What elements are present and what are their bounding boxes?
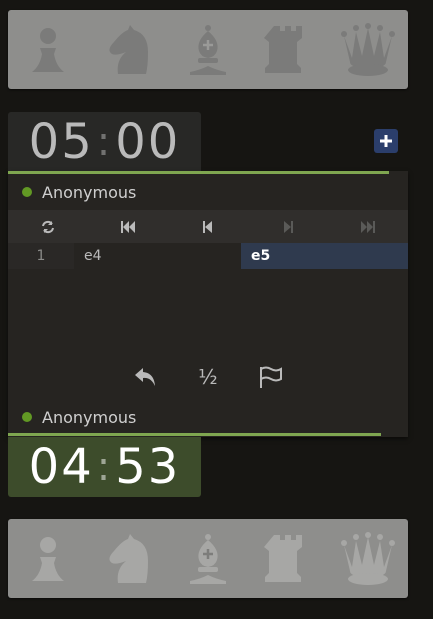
- online-status-dot: [22, 187, 32, 197]
- first-move-icon: [121, 220, 135, 233]
- previous-move-button[interactable]: [176, 210, 240, 243]
- black-move-active[interactable]: e5: [241, 243, 408, 269]
- opponent-clock: 05:00: [8, 112, 201, 172]
- online-status-dot: [22, 412, 32, 422]
- add-time-button[interactable]: [374, 129, 398, 153]
- opponent-name-row: Anonymous: [8, 174, 408, 210]
- next-move-icon: [284, 220, 293, 233]
- resign-button[interactable]: [254, 361, 286, 393]
- game-actions: ½: [8, 359, 408, 395]
- next-move-button[interactable]: [256, 210, 320, 243]
- player-piece-pocket: [8, 519, 408, 598]
- bishop-icon[interactable]: [176, 527, 240, 591]
- resign-flag-icon: [260, 366, 282, 388]
- knight-icon[interactable]: [96, 527, 160, 591]
- pawn-icon[interactable]: [16, 18, 80, 82]
- previous-move-icon: [203, 220, 212, 233]
- player-username[interactable]: Anonymous: [42, 408, 136, 427]
- opponent-username[interactable]: Anonymous: [42, 183, 136, 202]
- clock-minutes: 04: [28, 439, 94, 495]
- move-list: 1 e4 e5: [8, 243, 408, 269]
- first-move-button[interactable]: [96, 210, 160, 243]
- clock-separator: :: [96, 444, 113, 490]
- player-name-row: Anonymous: [8, 399, 408, 435]
- bishop-icon[interactable]: [176, 18, 240, 82]
- flip-board-button[interactable]: [16, 210, 80, 243]
- move-navigation-bar: [8, 210, 408, 243]
- player-time-bar: [8, 433, 381, 436]
- flip-board-icon: [42, 220, 54, 233]
- opponent-piece-pocket: [8, 10, 408, 89]
- clock-seconds: 00: [115, 114, 181, 170]
- takeback-icon: [135, 368, 155, 386]
- move-number: 1: [8, 243, 74, 269]
- knight-icon[interactable]: [96, 18, 160, 82]
- last-move-icon: [361, 220, 375, 233]
- clock-minutes: 05: [28, 114, 94, 170]
- offer-draw-button[interactable]: ½: [192, 361, 224, 393]
- queen-icon[interactable]: [336, 18, 400, 82]
- rook-icon[interactable]: [256, 18, 320, 82]
- clock-seconds: 53: [115, 439, 181, 495]
- rook-icon[interactable]: [256, 527, 320, 591]
- takeback-button[interactable]: [130, 361, 162, 393]
- last-move-button[interactable]: [336, 210, 400, 243]
- plus-icon: [380, 135, 392, 147]
- white-move[interactable]: e4: [74, 243, 241, 269]
- queen-icon[interactable]: [336, 527, 400, 591]
- clock-separator: :: [96, 119, 113, 165]
- player-clock: 04:53: [8, 437, 201, 497]
- game-panel: Anonymous 1 e4 e5 ½ Anonymous: [8, 171, 408, 437]
- pawn-icon[interactable]: [16, 527, 80, 591]
